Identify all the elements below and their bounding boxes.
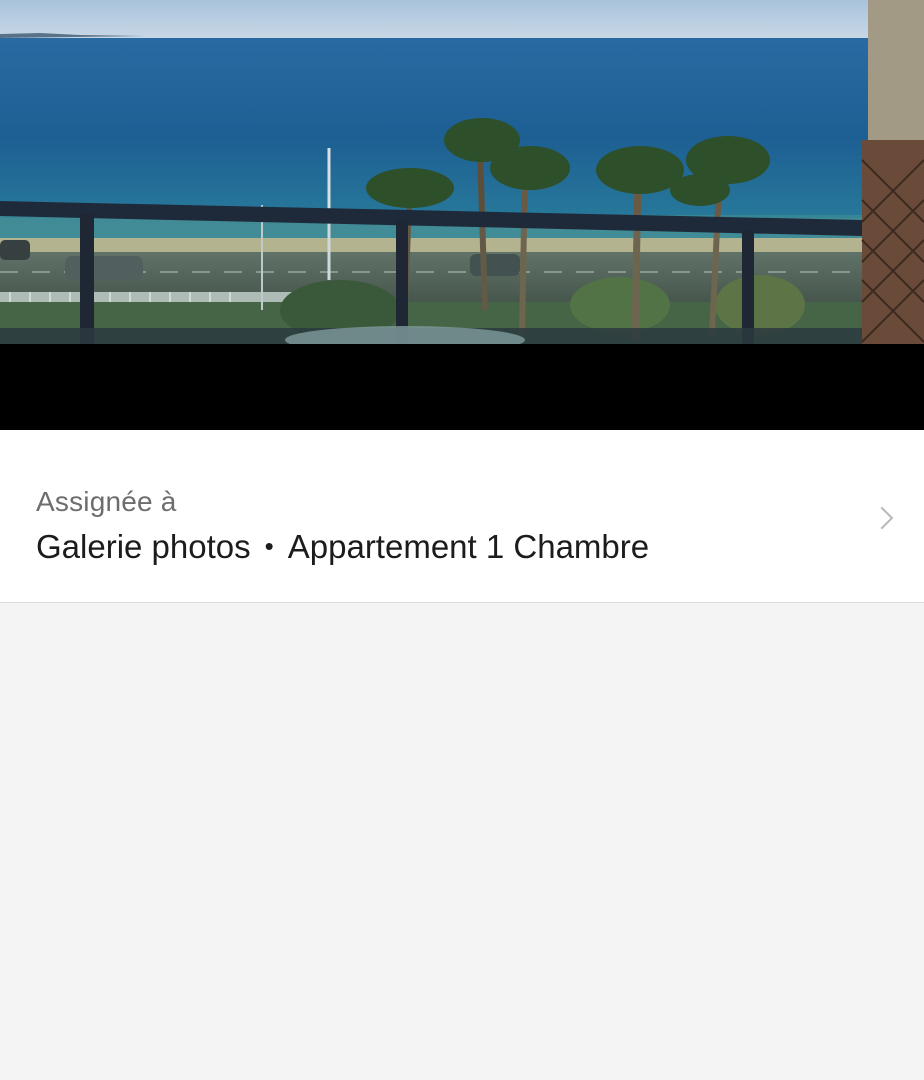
gallery-name: Galerie photos bbox=[36, 528, 251, 565]
separator-dot: • bbox=[264, 531, 274, 561]
assigned-to-value: Galerie photos • Appartement 1 Chambre bbox=[36, 528, 649, 566]
room-name: Appartement 1 Chambre bbox=[287, 528, 650, 565]
assigned-to-row[interactable]: Assignée à Galerie photos • Appartement 1 … bbox=[0, 430, 924, 603]
photo-preview[interactable] bbox=[0, 0, 924, 430]
assigned-to-label: Assignée à bbox=[36, 486, 177, 517]
empty-content-area bbox=[0, 603, 924, 1080]
sea-view-photo bbox=[0, 0, 924, 430]
chevron-right-icon bbox=[870, 506, 894, 530]
